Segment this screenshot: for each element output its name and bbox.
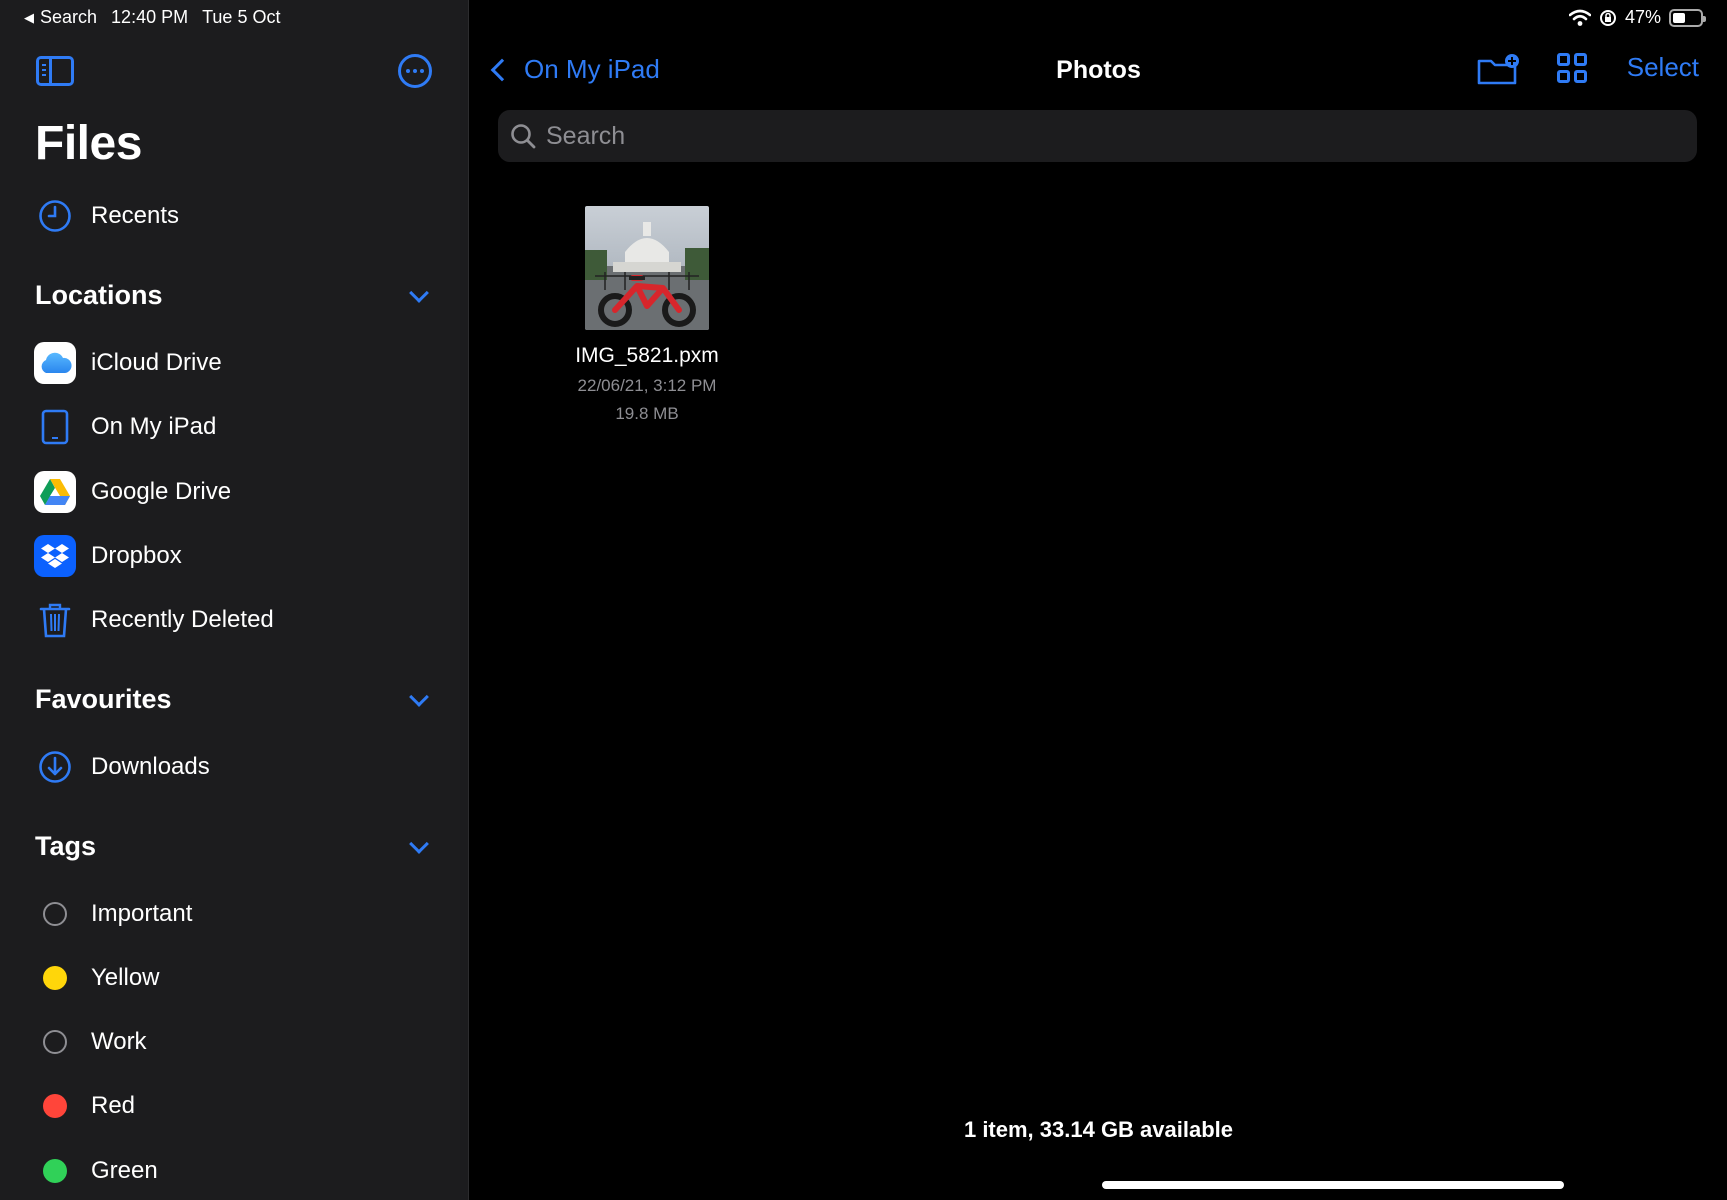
sidebar-item-label: Google Drive — [91, 478, 232, 505]
file-item[interactable]: IMG_5821.pxm 22/06/21, 3:12 PM 19.8 MB — [562, 206, 732, 424]
sidebar-item-label: Yellow — [91, 964, 160, 991]
section-header-label: Locations — [35, 280, 163, 310]
section-locations[interactable]: Locations — [35, 280, 432, 311]
file-thumbnail[interactable] — [585, 206, 709, 330]
nav-actions: Select — [1477, 52, 1699, 84]
tag-green-dot-icon — [43, 1159, 67, 1183]
sidebar: Files Recents Locations iCloud Drive On … — [0, 0, 469, 1200]
status-date: Tue 5 Oct — [202, 7, 281, 27]
sidebar-item-label: On My iPad — [91, 413, 217, 440]
sidebar-item-label: Dropbox — [91, 542, 182, 569]
chevron-down-icon[interactable] — [409, 282, 429, 303]
app-title: Files — [35, 117, 142, 170]
sidebar-tag-green[interactable]: Green — [34, 1146, 158, 1196]
select-button[interactable]: Select — [1627, 52, 1699, 83]
file-date: 22/06/21, 3:12 PM — [577, 376, 717, 395]
dropbox-icon — [34, 535, 76, 577]
sidebar-item-recently-deleted[interactable]: Recently Deleted — [34, 595, 274, 645]
sidebar-item-label: Green — [91, 1157, 158, 1184]
new-folder-icon[interactable] — [1477, 53, 1519, 84]
sidebar-item-label: iCloud Drive — [91, 349, 222, 376]
chevron-down-icon[interactable] — [409, 833, 429, 854]
search-input[interactable] — [546, 121, 1697, 151]
section-tags[interactable]: Tags — [35, 831, 432, 862]
sidebar-item-google-drive[interactable]: Google Drive — [34, 467, 231, 517]
section-favourites[interactable]: Favourites — [35, 684, 432, 715]
battery-icon — [1669, 8, 1706, 27]
trash-icon — [34, 599, 76, 641]
sidebar-toggle-icon[interactable] — [36, 56, 74, 86]
status-bar: ◀ Search 12:40 PM Tue 5 Oct 47% — [0, 0, 1727, 34]
more-options-icon[interactable] — [398, 54, 432, 88]
sidebar-item-on-my-ipad[interactable]: On My iPad — [34, 402, 216, 452]
battery-fill — [1673, 12, 1686, 23]
battery-percent: 47% — [1624, 7, 1661, 27]
sidebar-item-label: Downloads — [91, 753, 210, 780]
sidebar-item-label: Recently Deleted — [91, 606, 274, 633]
search-icon — [511, 124, 536, 149]
tag-yellow-dot-icon — [43, 966, 67, 990]
clock-icon — [34, 195, 76, 237]
status-right: 47% — [1568, 7, 1706, 28]
grid-view-icon[interactable] — [1556, 52, 1587, 83]
sidebar-tag-red[interactable]: Red — [34, 1081, 135, 1131]
sidebar-tag-yellow[interactable]: Yellow — [34, 953, 160, 1003]
storage-status: 1 item, 33.14 GB available — [963, 1117, 1234, 1142]
back-to-app-icon[interactable]: ◀ — [24, 10, 34, 26]
home-indicator[interactable] — [1102, 1181, 1564, 1189]
status-time: 12:40 PM — [111, 7, 189, 27]
nav-bar: On My iPad Photos Select — [470, 50, 1727, 94]
sidebar-item-label: Red — [91, 1092, 136, 1119]
orientation-lock-icon — [1599, 9, 1616, 26]
sidebar-tag-work[interactable]: Work — [34, 1017, 147, 1067]
tag-empty-circle-icon — [43, 902, 67, 926]
sidebar-item-downloads[interactable]: Downloads — [34, 742, 210, 792]
tag-empty-circle-icon — [43, 1030, 67, 1054]
sidebar-tag-important[interactable]: Important — [34, 889, 192, 939]
download-icon — [34, 746, 76, 788]
icloud-icon — [34, 342, 76, 384]
ipad-icon — [34, 406, 76, 448]
sidebar-item-recents[interactable]: Recents — [34, 191, 179, 241]
file-size: 19.8 MB — [615, 404, 679, 423]
sidebar-item-label: Recents — [91, 202, 180, 229]
sidebar-item-label: Important — [91, 900, 193, 927]
main-pane: On My iPad Photos Select Search IMG_5821… — [470, 0, 1727, 1200]
section-header-label: Favourites — [35, 684, 172, 714]
sidebar-toolbar — [36, 54, 432, 90]
google-drive-icon — [34, 471, 76, 513]
back-to-app-label[interactable]: Search — [40, 7, 97, 28]
chevron-down-icon[interactable] — [409, 686, 429, 707]
tag-red-dot-icon — [43, 1094, 67, 1118]
file-name: IMG_5821.pxm — [575, 344, 719, 367]
sidebar-item-dropbox[interactable]: Dropbox — [34, 531, 182, 581]
search-bar[interactable] — [498, 110, 1697, 162]
sidebar-item-label: Work — [91, 1028, 147, 1055]
sidebar-item-icloud-drive[interactable]: iCloud Drive — [34, 338, 222, 388]
section-header-label: Tags — [35, 831, 97, 861]
status-left: ◀ Search 12:40 PM Tue 5 Oct — [24, 7, 280, 28]
wifi-icon — [1568, 9, 1591, 26]
